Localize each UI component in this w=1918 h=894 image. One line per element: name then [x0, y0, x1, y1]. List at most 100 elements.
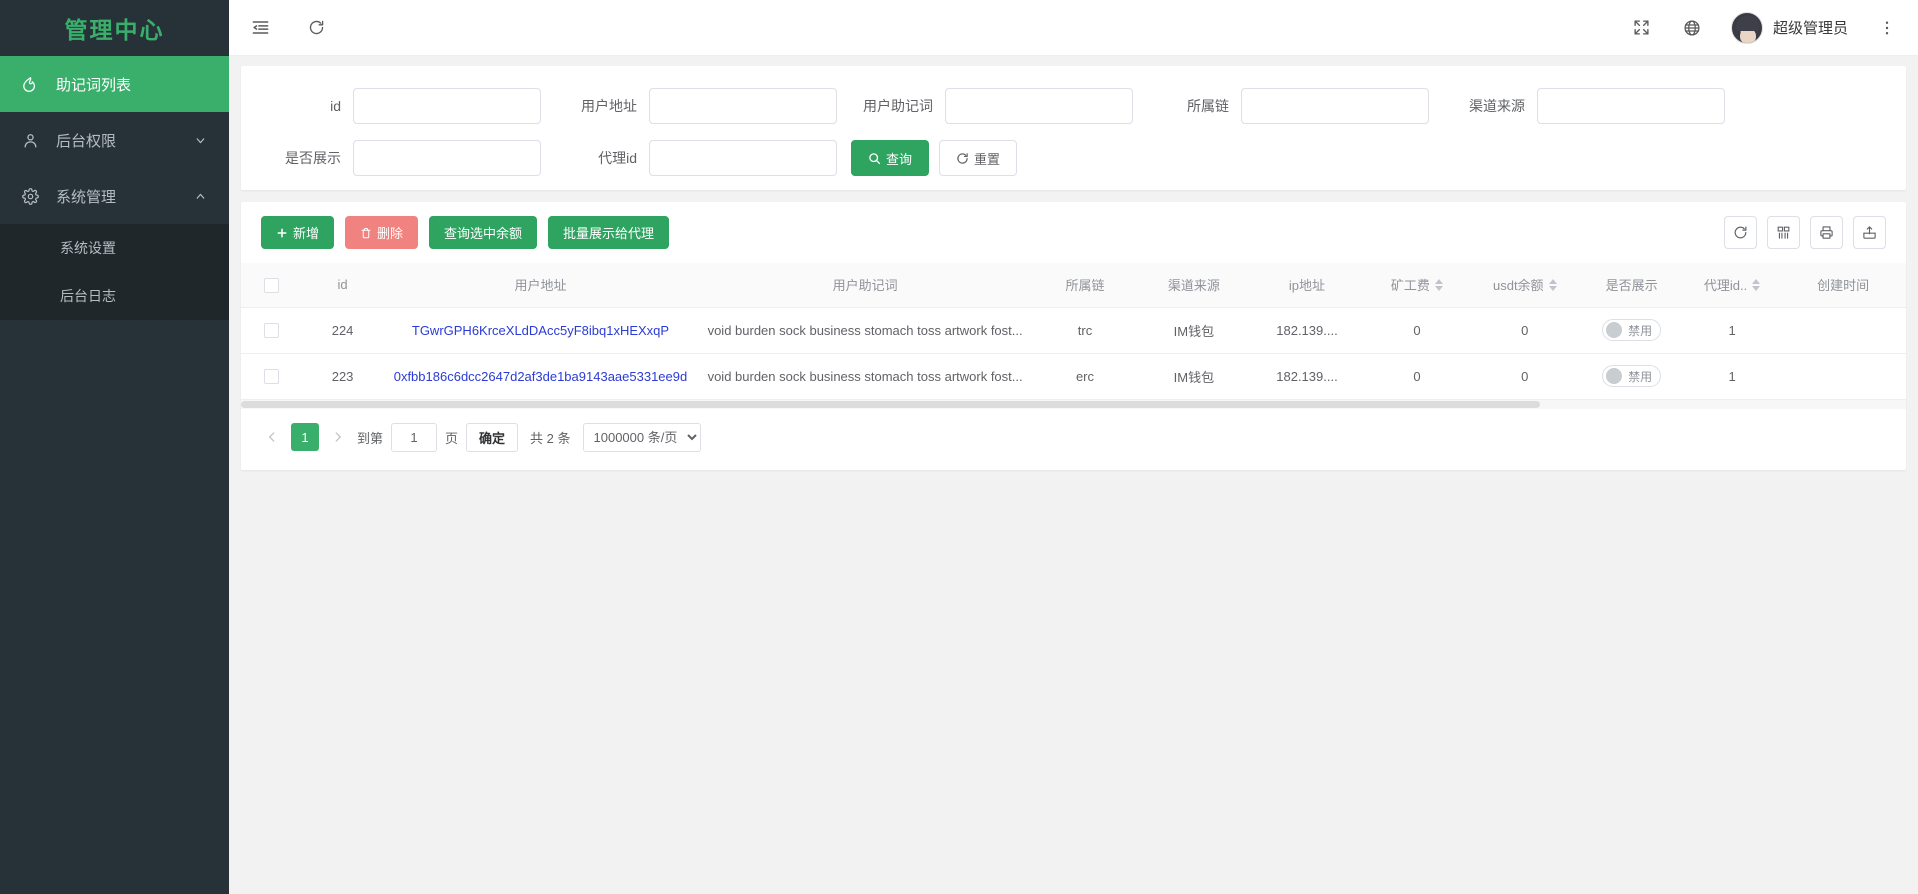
total-count-label: 共 2 条 — [530, 430, 571, 446]
print-icon[interactable] — [1810, 216, 1843, 249]
table-row[interactable]: 223 0xfbb186c6dcc2647d2af3de1ba9143aae53… — [241, 353, 1906, 400]
th-id[interactable]: id — [301, 263, 384, 308]
cell-agent-id: 1 — [1683, 307, 1781, 354]
sort-caret-icon[interactable] — [1548, 278, 1557, 291]
search-form-row-2: 是否展示 代理id 查询 重置 — [241, 140, 1906, 176]
search-field-id: id — [241, 88, 541, 124]
topbar-right: 超级管理员 — [1631, 11, 1898, 44]
shown-toggle[interactable]: 禁用 — [1602, 319, 1662, 341]
sidebar: 管理中心 助记词列表 后台权限 系统管理 系统设置 后台日志 — [0, 0, 229, 894]
search-form-row-1: id 用户地址 用户助记词 所属链 渠道来源 — [241, 88, 1906, 124]
cell-address: 0xfbb186c6dcc2647d2af3de1ba9143aae5331ee… — [383, 353, 698, 400]
sidebar-footer — [0, 876, 229, 894]
shown-toggle[interactable]: 禁用 — [1602, 365, 1662, 387]
columns-icon[interactable] — [1767, 216, 1800, 249]
page-size-select[interactable]: 1000000 条/页 — [582, 422, 701, 452]
delete-button[interactable]: 删除 — [345, 216, 419, 249]
th-mnemonic[interactable]: 用户助记词 — [697, 263, 1033, 308]
search-input-id[interactable] — [353, 88, 541, 124]
row-checkbox[interactable] — [263, 369, 279, 385]
cell-shown: 禁用 — [1579, 353, 1684, 400]
row-checkbox[interactable] — [263, 323, 279, 339]
search-input-chain[interactable] — [1241, 88, 1429, 124]
batch-show-to-agent-button[interactable]: 批量展示给代理 — [548, 216, 670, 249]
scrollbar-thumb[interactable] — [241, 400, 1540, 408]
search-query-label: 查询 — [886, 151, 913, 167]
cell-agent-id: 1 — [1683, 353, 1781, 400]
search-input-mnemonic[interactable] — [945, 88, 1133, 124]
page-number-1[interactable]: 1 — [291, 423, 319, 451]
th-shown[interactable]: 是否展示 — [1579, 263, 1684, 308]
trash-icon — [360, 227, 372, 239]
content-area: id 用户地址 用户助记词 所属链 渠道来源 是否展示 代理id 查询 重置 新… — [229, 56, 1918, 894]
th-address[interactable]: 用户地址 — [383, 263, 698, 308]
cell-id: 223 — [301, 353, 384, 400]
horizontal-scrollbar[interactable] — [241, 399, 1906, 409]
sidebar-item-system-settings[interactable]: 系统设置 — [0, 224, 229, 272]
refresh-icon[interactable] — [305, 17, 327, 39]
query-selected-balance-button[interactable]: 查询选中余额 — [429, 216, 538, 249]
goto-page-input[interactable] — [391, 422, 438, 452]
sidebar-menu: 助记词列表 后台权限 系统管理 系统设置 后台日志 — [0, 56, 229, 876]
cell-address: TGwrGPH6KrceXLdDAcc5yF8ibq1xHEXxqP — [383, 307, 698, 354]
th-chain[interactable]: 所属链 — [1032, 263, 1138, 308]
add-button-label: 新增 — [293, 226, 320, 241]
goto-confirm-button[interactable]: 确定 — [466, 422, 519, 452]
add-button[interactable]: 新增 — [261, 216, 335, 249]
chevron-right-icon[interactable] — [327, 423, 349, 451]
cell-ip: 182.139.... — [1250, 307, 1364, 354]
fullscreen-icon[interactable] — [1631, 17, 1653, 39]
search-input-agent-id[interactable] — [649, 140, 837, 176]
th-usdt[interactable]: usdt余额 — [1470, 263, 1580, 308]
collapse-menu-icon[interactable] — [249, 17, 271, 39]
export-icon[interactable] — [1853, 216, 1886, 249]
table-row[interactable]: 224 TGwrGPH6KrceXLdDAcc5yF8ibq1xHEXxqP v… — [241, 307, 1906, 354]
search-field-shown: 是否展示 — [241, 140, 541, 176]
select-all-checkbox[interactable] — [263, 277, 279, 293]
address-link[interactable]: 0xfbb186c6dcc2647d2af3de1ba9143aae5331ee… — [394, 369, 688, 384]
th-ip[interactable]: ip地址 — [1250, 263, 1364, 308]
field-label: 所属链 — [1187, 98, 1229, 114]
user-name: 超级管理员 — [1772, 20, 1848, 37]
search-form-card: id 用户地址 用户助记词 所属链 渠道来源 是否展示 代理id 查询 重置 — [241, 66, 1906, 190]
field-label: 代理id — [598, 150, 637, 166]
app-root: 管理中心 助记词列表 后台权限 系统管理 系统设置 后台日志 超级管理员 id … — [0, 0, 1918, 894]
globe-icon[interactable] — [1681, 17, 1703, 39]
table-scroll-container: id 用户地址 用户助记词 所属链 渠道来源 ip地址 矿工费 usdt余额 是… — [241, 263, 1906, 409]
chevron-left-icon[interactable] — [261, 423, 283, 451]
sidebar-item-backend-permission[interactable]: 后台权限 — [0, 112, 229, 168]
more-vertical-icon[interactable] — [1876, 17, 1898, 39]
sidebar-item-label: 系统管理 — [56, 188, 117, 206]
search-input-address[interactable] — [649, 88, 837, 124]
sort-caret-icon[interactable] — [1434, 278, 1443, 291]
field-label: 用户地址 — [581, 98, 637, 114]
search-query-button[interactable]: 查询 — [851, 140, 930, 176]
th-created-time[interactable]: 创建时间 — [1780, 263, 1906, 308]
table-head: id 用户地址 用户助记词 所属链 渠道来源 ip地址 矿工费 usdt余额 是… — [241, 263, 1906, 308]
th-gas[interactable]: 矿工费 — [1363, 263, 1471, 308]
search-reset-button[interactable]: 重置 — [939, 140, 1018, 176]
th-channel[interactable]: 渠道来源 — [1137, 263, 1251, 308]
sidebar-subitem-label: 后台日志 — [60, 288, 116, 304]
delete-button-label: 删除 — [377, 226, 404, 241]
cell-usdt: 0 — [1470, 307, 1580, 354]
chevron-down-icon — [193, 133, 207, 147]
th-agent-id[interactable]: 代理id.. — [1683, 263, 1781, 308]
main-area: 超级管理员 id 用户地址 用户助记词 所属链 渠道来源 是否展示 代理id 查… — [229, 0, 1918, 894]
user-menu[interactable]: 超级管理员 — [1730, 11, 1848, 44]
th-agent-id-label: 代理id.. — [1703, 278, 1748, 294]
sidebar-item-system-management[interactable]: 系统管理 — [0, 168, 229, 224]
search-input-shown[interactable] — [353, 140, 541, 176]
sort-caret-icon[interactable] — [1752, 278, 1761, 291]
field-label: id — [330, 98, 341, 114]
th-gas-label: 矿工费 — [1390, 278, 1430, 294]
cell-chain: erc — [1032, 353, 1138, 400]
sidebar-item-label: 后台权限 — [56, 132, 117, 150]
plus-icon — [276, 227, 288, 239]
refresh-icon[interactable] — [1724, 216, 1757, 249]
toggle-knob — [1606, 368, 1623, 384]
search-input-channel[interactable] — [1537, 88, 1725, 124]
sidebar-item-backend-log[interactable]: 后台日志 — [0, 272, 229, 320]
address-link[interactable]: TGwrGPH6KrceXLdDAcc5yF8ibq1xHEXxqP — [412, 323, 669, 338]
sidebar-item-mnemonic-list[interactable]: 助记词列表 — [0, 56, 229, 112]
